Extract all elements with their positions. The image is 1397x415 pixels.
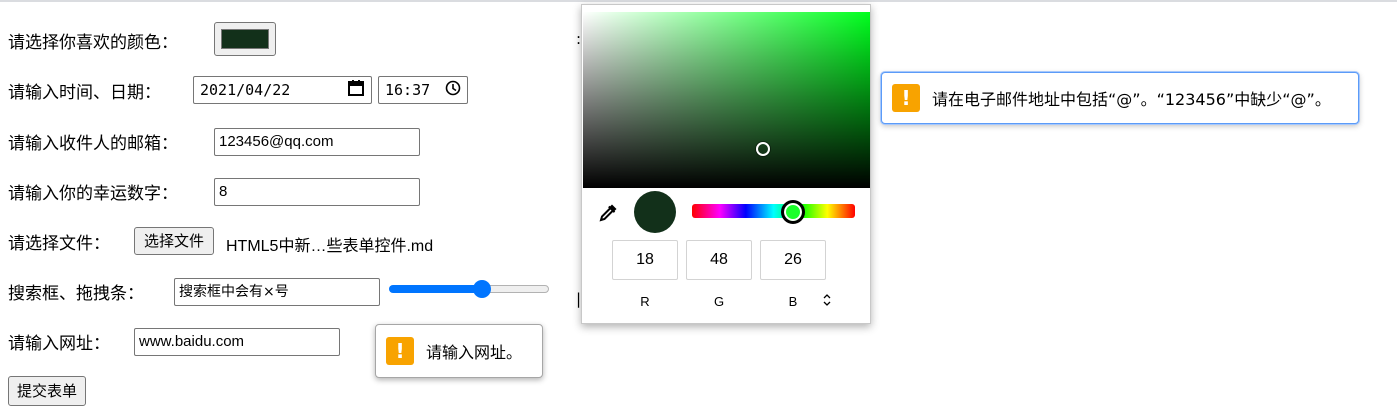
url-validation-message: 请输入网址。 [426, 343, 523, 362]
submit-button[interactable]: 提交表单 [8, 376, 87, 406]
url-field[interactable]: www.baidu.com [134, 328, 340, 356]
warning-icon: ! [386, 337, 414, 365]
red-value-input[interactable]: 18 [612, 240, 678, 280]
format-toggle[interactable] [822, 292, 836, 311]
saturation-value-area[interactable] [583, 12, 870, 188]
email-validation-bubble: ! 请在电子邮件地址中包括“@”。“123456”中缺少“@”。 [881, 72, 1359, 124]
file-name: HTML5中新…些表单控件.md [226, 238, 434, 255]
eyedropper-icon[interactable] [597, 202, 619, 228]
hue-thumb[interactable] [781, 200, 806, 224]
choose-file-button[interactable]: 选择文件 [134, 227, 215, 255]
date-value: 2021/04/22 [200, 81, 291, 99]
time-value: 16:37 [385, 81, 431, 99]
range-slider[interactable] [389, 280, 549, 298]
range-thumb[interactable] [473, 280, 491, 298]
color-label: 请选择你喜欢的颜色： [8, 32, 178, 53]
email-row: 请输入收件人的邮箱： [8, 124, 178, 158]
number-label: 请输入你的幸运数字： [8, 183, 178, 204]
email-field[interactable]: 123456@qq.com [214, 128, 420, 156]
blue-label: B [788, 294, 798, 309]
blue-value-input[interactable]: 26 [760, 240, 826, 280]
color-swatch [221, 29, 269, 49]
color-picker-popup: 18 48 26 R G B [581, 4, 871, 324]
color-row: 请选择你喜欢的颜色： [8, 23, 178, 57]
clock-icon[interactable] [445, 80, 461, 100]
date-input[interactable]: 2021/04/22 [193, 76, 372, 104]
warning-icon: ! [892, 84, 920, 112]
time-input[interactable]: 16:37 [378, 76, 468, 104]
number-row: 请输入你的幸运数字： [8, 174, 178, 208]
hue-slider[interactable] [692, 204, 855, 218]
url-row: 请输入网址： [8, 324, 110, 358]
search-row: 搜索框、拖拽条： [8, 274, 144, 308]
range-track-empty [482, 285, 549, 293]
red-label: R [640, 294, 650, 309]
updown-chevron-icon [823, 294, 831, 306]
datetime-label: 请输入时间、日期： [8, 82, 161, 103]
file-row: 请选择文件： [8, 224, 110, 258]
color-preview [634, 191, 676, 233]
number-field[interactable]: 8 [214, 178, 420, 206]
url-label: 请输入网址： [8, 333, 110, 354]
file-label: 请选择文件： [8, 233, 110, 254]
url-validation-bubble: ! 请输入网址。 [375, 324, 543, 378]
calendar-icon[interactable] [347, 79, 365, 101]
green-label: G [713, 294, 725, 309]
range-track-filled [389, 285, 482, 293]
color-input[interactable] [214, 22, 276, 56]
top-border [0, 0, 1397, 2]
search-input[interactable]: 搜索框中会有×号 [174, 278, 380, 306]
search-label: 搜索框、拖拽条： [8, 283, 144, 304]
datetime-row: 请输入时间、日期： [8, 73, 161, 107]
green-value-input[interactable]: 48 [686, 240, 752, 280]
email-validation-message: 请在电子邮件地址中包括“@”。“123456”中缺少“@”。 [932, 90, 1331, 109]
email-label: 请输入收件人的邮箱： [8, 133, 178, 154]
saturation-value-cursor[interactable] [756, 142, 770, 156]
